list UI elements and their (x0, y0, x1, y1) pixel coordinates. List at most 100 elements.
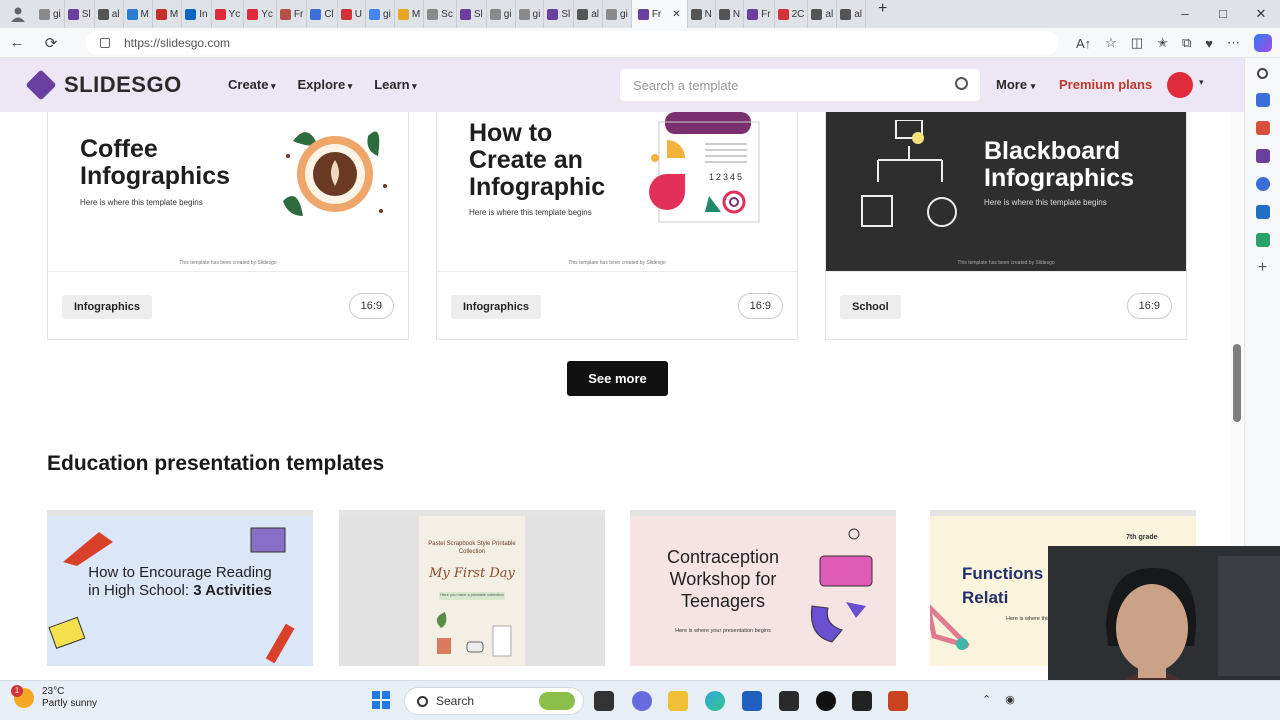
browser-tab[interactable]: Yc (244, 0, 277, 28)
browser-essentials-icon[interactable]: ♥ (1205, 36, 1213, 51)
read-aloud-icon[interactable]: A↑ (1076, 36, 1091, 51)
store-icon[interactable] (742, 691, 762, 711)
settings-more-icon[interactable]: ⋯ (1227, 35, 1240, 51)
template-search-input[interactable]: Search a template (620, 69, 980, 101)
outlook-icon[interactable] (1255, 205, 1270, 219)
more-menu[interactable]: More ▾ (996, 77, 1035, 92)
split-screen-icon[interactable]: ◫ (1131, 35, 1143, 51)
browser-tab[interactable]: gi (603, 0, 632, 28)
browser-tab[interactable]: Sl (544, 0, 575, 28)
slidesgo-logo[interactable]: SLIDESGO (25, 69, 182, 101)
browser-tab[interactable]: N (688, 0, 716, 28)
chat-icon[interactable] (632, 691, 652, 711)
chevron-down-icon[interactable]: ▾ (1199, 77, 1204, 88)
search-icon[interactable] (955, 77, 968, 90)
tab-label: Fr (761, 8, 771, 20)
powerpoint-icon[interactable] (888, 691, 908, 711)
close-tab-icon[interactable]: ✕ (672, 9, 680, 20)
windows-start-icon[interactable] (372, 691, 390, 709)
see-more-button[interactable]: See more (567, 361, 668, 396)
amazon-icon[interactable] (779, 691, 799, 711)
shopping-icon[interactable] (1255, 93, 1270, 107)
browser-tab[interactable]: al (95, 0, 124, 28)
avatar[interactable] (1167, 72, 1193, 98)
drop-icon[interactable] (1255, 233, 1270, 247)
browser-tab[interactable]: In (182, 0, 212, 28)
browser-tab[interactable]: Fr ✕ (631, 0, 688, 28)
browser-tab[interactable]: M (124, 0, 153, 28)
capcut-icon[interactable] (852, 691, 872, 711)
template-card[interactable]: How to Create an Infographic Here is whe… (436, 112, 798, 340)
browser-tab[interactable]: Fr (277, 0, 308, 28)
add-sidebar-icon[interactable]: + (1256, 260, 1270, 276)
browser-tab[interactable]: gi (366, 0, 395, 28)
browser-tab[interactable]: Sc (424, 0, 457, 28)
category-tag[interactable]: School (840, 295, 901, 319)
nav-learn[interactable]: Learn (374, 77, 416, 92)
browser-tab[interactable]: M (153, 0, 183, 28)
browser-tab[interactable]: al (574, 0, 604, 28)
template-thumbnail[interactable]: Blackboard Infographics Here is where th… (826, 112, 1186, 272)
close-window-icon[interactable]: ✕ (1242, 6, 1280, 22)
tab-favicon-icon (39, 8, 50, 20)
nav-create[interactable]: Create (228, 77, 276, 92)
taskbar-search-label: Search (436, 694, 475, 708)
maximize-icon[interactable]: □ (1204, 6, 1242, 22)
browser-tab[interactable]: N (716, 0, 745, 28)
tab-label: Yc (228, 8, 241, 20)
back-icon[interactable]: ← (0, 34, 34, 51)
title-line: How to (469, 119, 553, 147)
browser-tab[interactable]: gi (487, 0, 516, 28)
browser-tab[interactable]: al (808, 0, 838, 28)
refresh-icon[interactable]: ⟳ (34, 34, 68, 52)
browser-tab[interactable]: 2C (775, 0, 809, 28)
browser-tab[interactable]: U (338, 0, 367, 28)
favorites-icon[interactable]: ✭ (1157, 35, 1168, 51)
education-template-card[interactable]: Pastel Scrapbook Style Printable Collect… (339, 510, 605, 666)
tab-label: N (704, 8, 712, 20)
new-tab-icon[interactable]: + (866, 0, 899, 28)
file-explorer-icon[interactable] (668, 691, 688, 711)
browser-tab[interactable]: gi (516, 0, 545, 28)
browser-tab[interactable]: gi (36, 0, 65, 28)
microsoft365-icon[interactable] (1255, 177, 1270, 191)
browser-tab[interactable]: Yc (212, 0, 245, 28)
template-card[interactable]: Blackboard Infographics Here is where th… (825, 112, 1187, 340)
scrollbar-thumb[interactable] (1233, 344, 1241, 422)
browser-tab[interactable]: Fr (744, 0, 775, 28)
favorite-star-icon[interactable]: ☆ (1105, 35, 1117, 51)
weather-widget[interactable]: 1 23°C Partly sunny (11, 685, 97, 710)
profile-icon[interactable] (0, 0, 36, 28)
template-card[interactable]: Coffee Infographics Here is where this t… (47, 112, 409, 340)
obs-icon[interactable] (816, 691, 836, 711)
chevron-down-icon: ▾ (1030, 81, 1036, 91)
education-template-card[interactable]: Contraception Workshop for Teenagers Her… (630, 510, 896, 666)
template-thumbnail[interactable]: How to Create an Infographic Here is whe… (437, 112, 797, 272)
minimize-icon[interactable]: – (1166, 6, 1204, 22)
taskbar-search[interactable]: Search (404, 687, 584, 715)
category-tag[interactable]: Infographics (62, 295, 153, 319)
nav-explore[interactable]: Explore (298, 77, 353, 92)
games-icon[interactable] (1255, 149, 1270, 163)
browser-tab[interactable]: M (395, 0, 425, 28)
education-template-card[interactable]: How to Encourage Reading in High School:… (47, 510, 313, 666)
chevron-up-icon[interactable]: ⌃ (982, 693, 991, 706)
task-view-icon[interactable] (594, 691, 614, 711)
tab-label: gi (383, 8, 391, 20)
browser-tab[interactable]: Sl (65, 0, 95, 28)
edge-icon[interactable] (705, 691, 725, 711)
browser-tab[interactable]: Sl (457, 0, 487, 28)
tab-label: Yc (261, 8, 273, 20)
category-tag[interactable]: Infographics (451, 295, 542, 319)
browser-tab[interactable]: al (837, 0, 866, 28)
tools-icon[interactable] (1255, 121, 1270, 135)
book-icon (63, 532, 113, 566)
browser-tab[interactable]: Cl (307, 0, 338, 28)
template-thumbnail[interactable]: Coffee Infographics Here is where this t… (48, 112, 408, 272)
collections-icon[interactable]: ⧉ (1182, 35, 1191, 51)
url-field[interactable]: https://slidesgo.com (86, 31, 1058, 55)
copilot-icon[interactable] (1254, 34, 1272, 52)
search-sidebar-icon[interactable] (1257, 68, 1268, 79)
network-icon[interactable]: ◉ (1005, 693, 1015, 706)
premium-plans-link[interactable]: Premium plans (1059, 77, 1152, 92)
